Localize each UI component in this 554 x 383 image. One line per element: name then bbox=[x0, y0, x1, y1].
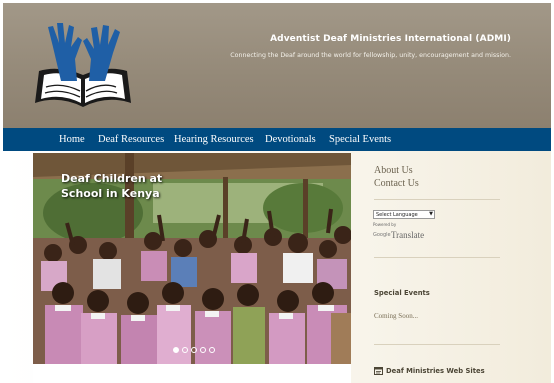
web-sites-heading: Deaf Ministries Web Sites bbox=[386, 367, 485, 375]
slider-dot-1[interactable] bbox=[173, 347, 179, 353]
site-tagline: Connecting the Deaf around the world for… bbox=[230, 52, 511, 59]
slider-dot-3[interactable] bbox=[191, 347, 197, 353]
sidebar-divider bbox=[374, 199, 500, 200]
web-sites-icon bbox=[374, 367, 383, 375]
main-nav: Home Deaf Resources Hearing Resources De… bbox=[3, 128, 551, 151]
translate-link[interactable]: Translate bbox=[391, 230, 424, 240]
language-select[interactable]: Select Language ▼ bbox=[373, 210, 435, 219]
slider-dot-5[interactable] bbox=[209, 347, 215, 353]
chevron-down-icon: ▼ bbox=[429, 211, 433, 217]
slider-dot-2[interactable] bbox=[182, 347, 188, 353]
site-title: Adventist Deaf Ministries International … bbox=[270, 34, 511, 44]
nav-item-special-events[interactable]: Special Events bbox=[329, 134, 391, 145]
slider-dot-4[interactable] bbox=[200, 347, 206, 353]
sidebar-divider bbox=[374, 344, 500, 345]
google-logo-text: Google bbox=[373, 232, 391, 238]
page: Adventist Deaf Ministries International … bbox=[0, 0, 554, 383]
special-events-heading: Special Events bbox=[374, 289, 430, 297]
content-below-slider bbox=[33, 364, 351, 383]
nav-item-devotionals[interactable]: Devotionals bbox=[265, 134, 316, 145]
admi-logo[interactable] bbox=[31, 19, 135, 119]
language-select-value: Select Language bbox=[376, 211, 418, 218]
nav-item-hearing-resources[interactable]: Hearing Resources bbox=[174, 134, 254, 145]
nav-item-deaf-resources[interactable]: Deaf Resources bbox=[98, 134, 164, 145]
sidebar-divider bbox=[374, 257, 500, 258]
sidebar-link-contact-us[interactable]: Contact Us bbox=[374, 178, 419, 189]
slide-caption: Deaf Children at School in Kenya bbox=[61, 172, 163, 200]
sidebar-link-about-us[interactable]: About Us bbox=[374, 165, 413, 176]
special-events-item[interactable]: Coming Soon... bbox=[374, 312, 418, 320]
nav-item-home[interactable]: Home bbox=[59, 134, 85, 145]
image-slider[interactable]: Deaf Children at School in Kenya bbox=[33, 153, 351, 364]
site-header: Adventist Deaf Ministries International … bbox=[3, 3, 551, 128]
powered-by-label: Powered by bbox=[373, 222, 397, 227]
